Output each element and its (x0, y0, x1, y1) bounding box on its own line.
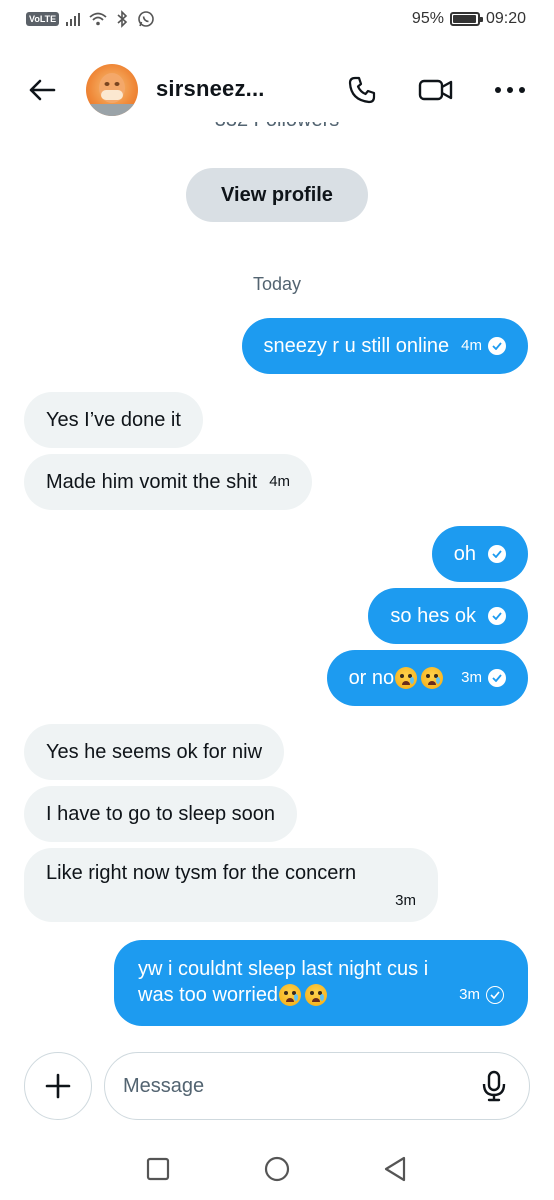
message-bubble-incoming[interactable]: Like right now tysm for the concern 3m (24, 848, 438, 922)
crying-face-emoji (395, 667, 418, 689)
message-bubble-incoming[interactable]: Made him vomit the shit 4m (24, 454, 313, 510)
message-composer (0, 1050, 554, 1124)
status-left: VoLTE (26, 10, 155, 28)
read-check-icon (488, 607, 506, 625)
message-meta (488, 545, 506, 563)
message-meta: 3m (461, 665, 506, 691)
message-bubble-outgoing[interactable]: yw i couldnt sleep last night cus i was … (114, 940, 528, 1026)
chat-header: sirsneez... (0, 56, 554, 122)
view-profile-button[interactable]: View profile (186, 168, 368, 222)
message-text: so hes ok (390, 605, 476, 627)
system-navigation-bar (0, 1140, 554, 1200)
message-text: Made him vomit the shit (46, 471, 258, 493)
video-call-button[interactable] (416, 70, 456, 110)
avatar[interactable] (86, 64, 138, 116)
home-button[interactable] (262, 1154, 292, 1184)
read-check-icon (488, 545, 506, 563)
message-meta: 3m (46, 888, 416, 914)
crying-face-emoji (305, 984, 328, 1006)
crying-face-emoji (421, 667, 444, 689)
signal-icon (65, 10, 83, 28)
more-options-button[interactable] (490, 70, 530, 110)
crying-face-emoji (279, 984, 302, 1006)
message-last-line: was too worried 3m (138, 982, 504, 1008)
clock: 09:20 (485, 10, 526, 27)
message-text: Like right now tysm for the concern (46, 862, 357, 884)
call-button[interactable] (342, 70, 382, 110)
battery-fill (452, 15, 476, 23)
message-meta: 4m (461, 333, 506, 359)
message-meta (488, 607, 506, 625)
message-text: I have to go to sleep soon (46, 803, 276, 825)
more-horizontal-icon (495, 87, 525, 93)
message-text-line: was too worried (138, 984, 279, 1006)
volte-badge: VoLTE (26, 12, 60, 26)
status-bar: VoLTE 95% 09:20 (0, 0, 554, 44)
message-bubble-outgoing[interactable]: or no 3m (326, 650, 528, 706)
message-text: Yes I’ve done it (46, 409, 181, 431)
arrow-left-icon (29, 79, 56, 101)
message-time: 3m (459, 986, 480, 1003)
read-check-icon (488, 337, 506, 355)
contact-name[interactable]: sirsneez... (156, 76, 265, 102)
back-nav-button[interactable] (380, 1154, 410, 1184)
message-text: or no (348, 667, 395, 689)
message-bubble-outgoing[interactable]: sneezy r u still online 4m (241, 318, 528, 374)
voice-message-button[interactable] (476, 1068, 512, 1104)
status-right: 95% 09:20 (412, 10, 526, 28)
message-bubble-incoming[interactable]: Yes I’ve done it (24, 392, 203, 448)
plus-icon (45, 1073, 71, 1099)
back-button[interactable] (24, 72, 60, 108)
recents-button[interactable] (143, 1154, 173, 1184)
battery-icon (449, 12, 483, 26)
battery-percent: 95% (411, 10, 444, 27)
sent-check-icon (486, 986, 504, 1004)
message-bubble-outgoing[interactable]: so hes ok (368, 588, 528, 644)
day-separator: Today (252, 274, 302, 294)
message-text: oh (453, 543, 476, 565)
phone-icon (348, 76, 376, 104)
message-time: 4m (461, 337, 482, 354)
followers-text: 332 Followers (215, 122, 340, 131)
add-attachment-button[interactable] (24, 1052, 92, 1120)
wifi-icon (89, 10, 107, 28)
microphone-icon (482, 1070, 506, 1102)
message-time: 4m (269, 473, 291, 490)
read-check-icon (488, 669, 506, 687)
message-time: 3m (395, 892, 416, 909)
message-text: Yes he seems ok for niw (46, 741, 263, 763)
whatsapp-icon (137, 10, 155, 28)
video-camera-icon (418, 79, 453, 101)
circle-icon (264, 1156, 290, 1182)
followers-count: 332 Followers (0, 122, 554, 144)
square-icon (146, 1157, 170, 1181)
message-text-line: yw i couldnt sleep last night cus i (138, 958, 429, 980)
message-meta: 3m (459, 982, 504, 1008)
message-bubble-outgoing[interactable]: oh (431, 526, 528, 582)
message-bubble-incoming[interactable]: Yes he seems ok for niw (24, 724, 285, 780)
message-input[interactable] (104, 1052, 530, 1120)
bluetooth-icon (113, 10, 131, 28)
message-time: 3m (461, 669, 482, 686)
message-bubble-incoming[interactable]: I have to go to sleep soon (24, 786, 298, 842)
message-text: sneezy r u still online (263, 335, 450, 357)
triangle-back-icon (384, 1156, 406, 1182)
message-meta: 4m (269, 469, 290, 495)
